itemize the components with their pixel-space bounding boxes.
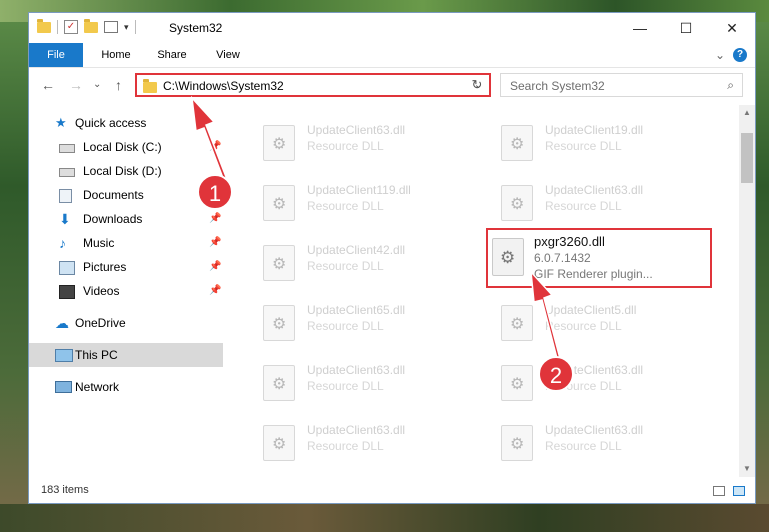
arrow-to-address-bar — [190, 95, 229, 188]
annotation-arrows — [190, 95, 563, 373]
annotation-badge-1: 1 — [197, 174, 233, 210]
annotation-badge-2: 2 — [538, 356, 574, 392]
